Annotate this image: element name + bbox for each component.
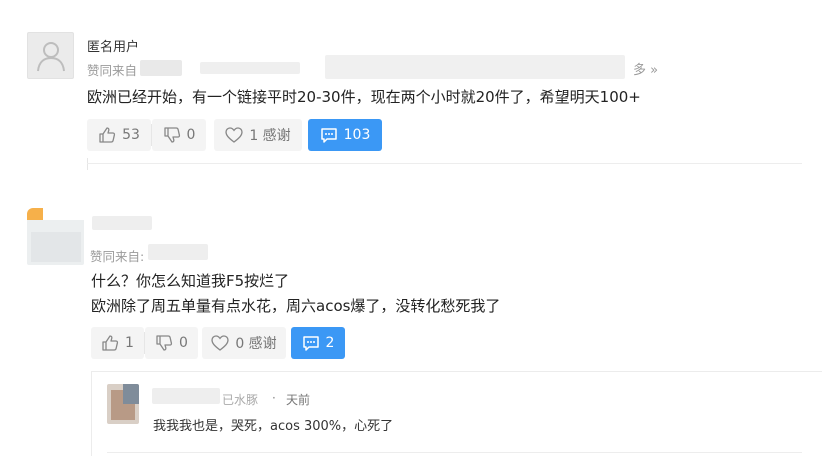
- thanks-count: 1 感谢: [249, 128, 291, 144]
- dislike-count: 0: [186, 127, 196, 143]
- reply-username-suffix[interactable]: 已水豚: [222, 391, 258, 408]
- reply-content: 我我我也是，哭死，acos 300%，心死了: [153, 419, 394, 434]
- dislike-button[interactable]: 0: [145, 327, 198, 359]
- thumbs-up-icon: [99, 127, 116, 143]
- comment-count: 103: [343, 127, 371, 143]
- thumbs-up-icon: [102, 335, 119, 351]
- comments-button[interactable]: 103: [308, 119, 382, 151]
- default-user-avatar[interactable]: [27, 32, 74, 79]
- heart-icon: [225, 127, 243, 143]
- divider: [107, 452, 802, 453]
- comment-content-line: 什么？你怎么知道我F5按烂了: [91, 272, 290, 290]
- blurred-voters: [140, 60, 182, 76]
- divider: [87, 158, 88, 170]
- blurred-voters: [200, 62, 300, 74]
- like-button[interactable]: 53: [87, 119, 151, 151]
- reply-user-avatar[interactable]: [107, 384, 139, 424]
- reply-container: [91, 371, 822, 456]
- blurred-username: [152, 388, 220, 404]
- thanks-button[interactable]: 0 感谢: [202, 327, 286, 359]
- comment-content: 欧洲已经开始，有一个链接平时20-30件，现在两个小时就20件了，希望明天100…: [87, 88, 641, 106]
- like-button[interactable]: 1: [91, 327, 144, 359]
- voter-list-label: 赞同来自: [87, 63, 138, 78]
- comment-bubble-icon: [302, 335, 319, 351]
- dislike-button[interactable]: 0: [152, 119, 206, 151]
- user-avatar[interactable]: [27, 208, 84, 265]
- thanks-count: 0 感谢: [235, 336, 277, 352]
- user-silhouette-icon: [37, 42, 65, 72]
- reply-time: 天前: [286, 393, 311, 407]
- dislike-count: 0: [179, 335, 188, 351]
- blurred-voters: [325, 55, 625, 79]
- thumbs-down-icon: [156, 335, 173, 351]
- reply-separator: ·: [272, 391, 276, 405]
- thumbs-down-icon: [163, 127, 180, 143]
- comments-button[interactable]: 2: [291, 327, 345, 359]
- comment-count: 2: [325, 335, 335, 351]
- voter-list-label: 赞同来自:: [90, 249, 145, 264]
- blurred-username: [92, 216, 152, 230]
- more-voters-link[interactable]: 多 »: [633, 59, 658, 78]
- like-count: 1: [125, 335, 134, 351]
- thanks-button[interactable]: 1 感谢: [214, 119, 302, 151]
- comment-bubble-icon: [320, 127, 337, 143]
- heart-icon: [211, 335, 229, 351]
- divider: [87, 163, 802, 164]
- blurred-voters: [148, 244, 208, 260]
- comment-username[interactable]: 匿名用户: [87, 36, 139, 55]
- like-count: 53: [122, 127, 140, 143]
- comment-content-line: 欧洲除了周五单量有点水花，周六acos爆了，没转化愁死我了: [91, 297, 501, 315]
